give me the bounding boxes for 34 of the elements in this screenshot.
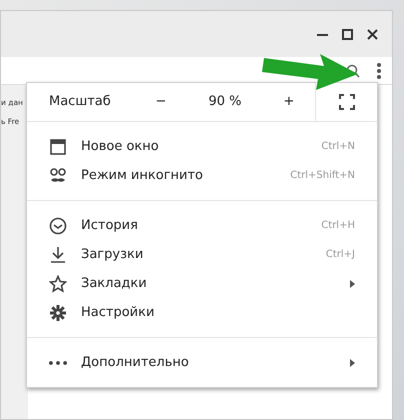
fullscreen-icon [338,94,354,110]
menu-item-label: Новое окно [81,138,160,156]
menu-item[interactable]: Дополнительно [27,348,377,377]
menu-item[interactable]: Новое окно Ctrl+N [27,132,377,161]
menu-item-label: Загрузки [81,246,144,264]
menu-item[interactable]: Загрузки Ctrl+J [27,240,377,269]
menu-item-label: Закладки [81,274,148,293]
close-icon[interactable] [367,28,378,40]
window-icon [49,138,67,156]
menu-item-label: История [81,216,139,235]
menu-item-label: Настройки [81,304,156,322]
shortcut-text: Ctrl+N [321,140,355,154]
more-icon [49,360,67,364]
zoom-out-button[interactable]: − [137,92,185,112]
gear-icon [49,304,67,322]
zoom-value: 90 % [207,93,243,112]
shortcut-text: Ctrl+Shift+N [290,169,355,183]
menu-item-label: Режим инкогнито [81,166,204,185]
shortcut-text: Ctrl+J [326,248,355,262]
clock-icon [49,216,67,234]
shortcut-text: Ctrl+H [321,219,355,233]
maximize-icon[interactable] [342,28,353,40]
glasses-mustache-icon [49,166,67,184]
menu-item-label: Дополнительно [81,354,190,372]
menu-icon[interactable] [376,62,382,80]
menu-item[interactable]: Настройки [27,298,377,327]
zoom-in-button[interactable]: + [265,92,313,112]
zoom-label: Масштаб [48,93,112,112]
arrow-icon [262,52,360,92]
menu-item[interactable]: Закладки [27,269,377,298]
download-icon [49,246,67,264]
menu-item[interactable]: История Ctrl+H [27,211,377,240]
star-icon [49,274,67,292]
menu-item[interactable]: Режим инкогнито Ctrl+Shift+N [27,161,377,190]
